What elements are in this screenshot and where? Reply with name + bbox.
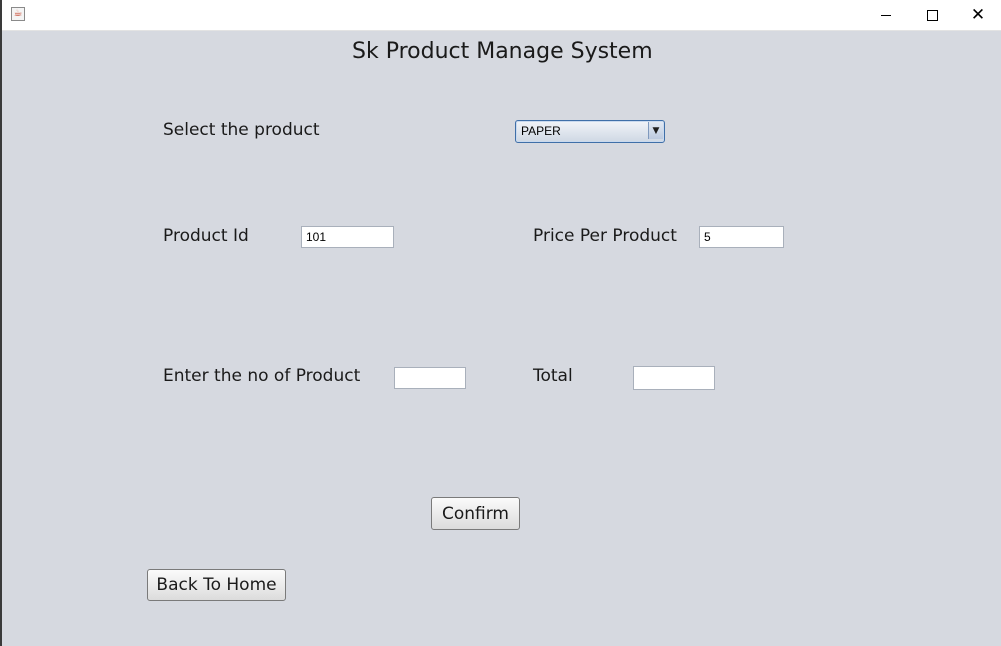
- title-bar: ☕ ✕: [2, 0, 1001, 31]
- chevron-down-icon[interactable]: ▼: [648, 122, 663, 139]
- form-panel: Sk Product Manage System Select the prod…: [2, 31, 1001, 646]
- product-select-value: PAPER: [521, 124, 561, 138]
- product-id-field[interactable]: [301, 226, 394, 248]
- product-id-label: Product Id: [163, 226, 249, 246]
- close-icon: ✕: [970, 4, 986, 25]
- total-field[interactable]: [633, 366, 715, 390]
- close-button[interactable]: ✕: [955, 0, 1001, 30]
- minimize-button[interactable]: [863, 0, 909, 30]
- quantity-field[interactable]: [394, 367, 466, 389]
- page-title: Sk Product Manage System: [352, 39, 653, 64]
- select-product-label: Select the product: [163, 120, 320, 140]
- price-per-product-field[interactable]: [699, 226, 784, 248]
- java-coffee-icon[interactable]: ☕: [11, 7, 25, 21]
- minimize-icon: [881, 15, 891, 16]
- maximize-icon: [926, 9, 938, 21]
- back-to-home-button[interactable]: Back To Home: [147, 569, 286, 601]
- price-per-product-label: Price Per Product: [533, 226, 677, 246]
- total-label: Total: [533, 366, 573, 386]
- maximize-button[interactable]: [909, 0, 955, 30]
- product-select[interactable]: PAPER ▼: [515, 120, 665, 143]
- confirm-button[interactable]: Confirm: [431, 497, 520, 530]
- quantity-label: Enter the no of Product: [163, 366, 361, 386]
